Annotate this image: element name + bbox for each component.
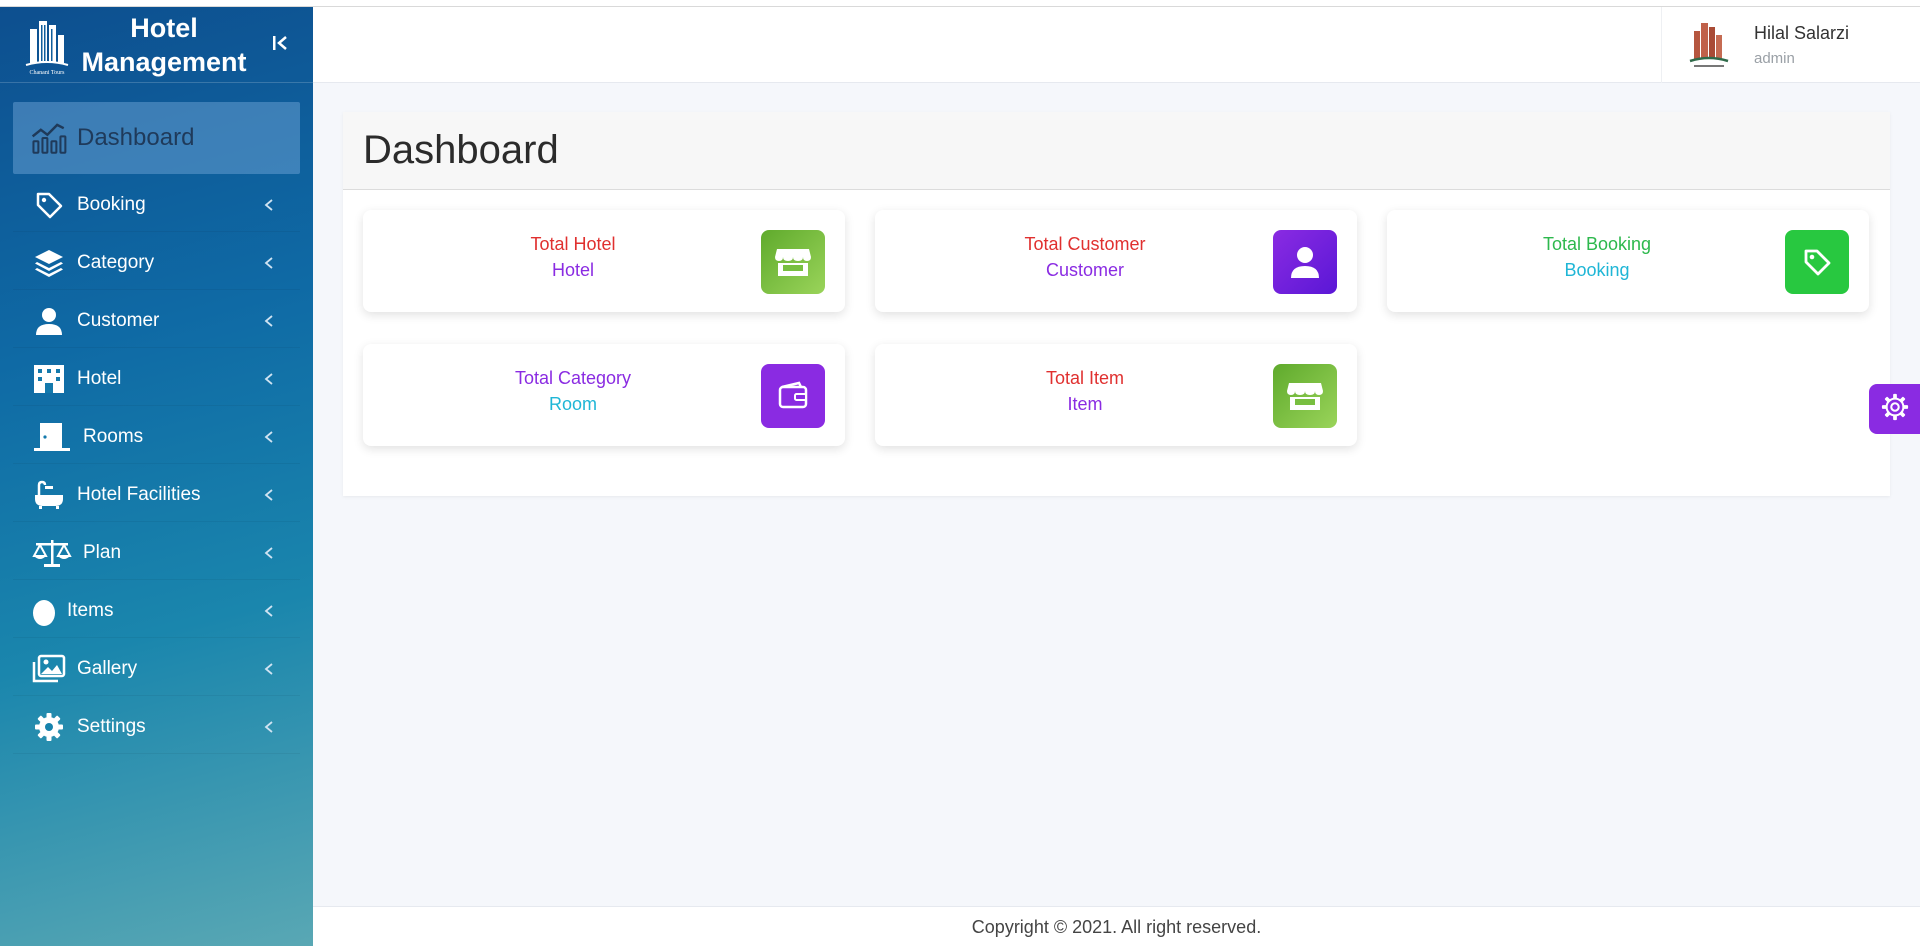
footer: Copyright © 2021. All right reserved. — [313, 906, 1920, 946]
card-subtitle: Hotel — [551, 260, 595, 280]
top-header: Hilal Salarzi admin — [313, 7, 1920, 83]
sidebar-item-label: Hotel — [77, 367, 122, 389]
sidebar-item-booking[interactable]: Booking — [13, 178, 300, 232]
sidebar-item-category[interactable]: Category — [13, 236, 300, 290]
tag-icon — [31, 188, 67, 222]
stat-card-total-item[interactable]: Total Item Item — [875, 344, 1357, 446]
door-icon — [31, 420, 73, 454]
wallet-icon — [761, 364, 825, 428]
sidebar-item-items[interactable]: Items — [13, 584, 300, 638]
sidebar-item-gallery[interactable]: Gallery — [13, 642, 300, 696]
store-icon — [1273, 364, 1337, 428]
stat-card-total-booking[interactable]: Total Booking Booking — [1387, 210, 1869, 312]
chevron-left-icon — [262, 255, 276, 271]
images-icon — [31, 652, 67, 686]
card-subtitle: Item — [1067, 394, 1103, 414]
chevron-left-icon — [262, 661, 276, 677]
chevron-left-icon — [262, 545, 276, 561]
panel-header: Dashboard — [343, 112, 1890, 190]
user-role: admin — [1754, 50, 1795, 67]
user-menu[interactable]: Hilal Salarzi admin — [1661, 7, 1920, 83]
sidebar-item-label: Plan — [83, 541, 122, 563]
chart-icon — [31, 121, 67, 155]
sidebar-item-label: Items — [67, 599, 114, 621]
sidebar-menu: Dashboard Booking Category Customer Hote… — [0, 102, 313, 754]
sidebar-item-label: Dashboard — [77, 124, 195, 151]
card-title: Total Customer — [1024, 234, 1146, 254]
sidebar-item-label: Rooms — [83, 425, 144, 447]
bathtub-icon — [31, 478, 67, 512]
sidebar-item-label: Category — [77, 251, 155, 273]
window-bottom-border — [0, 946, 1920, 951]
page-title: Dashboard — [363, 128, 559, 172]
sidebar-item-label: Booking — [77, 193, 146, 215]
sidebar-item-hotel-facilities[interactable]: Hotel Facilities — [13, 468, 300, 522]
chevron-left-icon — [262, 313, 276, 329]
card-title: Total Item — [1045, 368, 1125, 388]
card-subtitle: Booking — [1564, 260, 1630, 280]
sidebar-item-customer[interactable]: Customer — [13, 294, 300, 348]
brand: Chanani Tours Hotel Management — [0, 7, 313, 83]
sidebar-item-rooms[interactable]: Rooms — [13, 410, 300, 464]
balance-scale-icon — [31, 536, 73, 570]
user-name: Hilal Salarzi — [1754, 23, 1850, 43]
stat-card-total-hotel[interactable]: Total Hotel Hotel — [363, 210, 845, 312]
card-title: Total Hotel — [530, 234, 616, 254]
chevron-left-icon — [262, 429, 276, 445]
svg-text:Chanani Tours: Chanani Tours — [30, 70, 66, 76]
sidebar-collapse-icon[interactable] — [271, 31, 289, 55]
avatar — [1688, 19, 1730, 71]
egg-icon — [31, 594, 57, 628]
layers-icon — [31, 246, 67, 280]
card-subtitle: Room — [548, 394, 597, 414]
building-icon — [31, 362, 67, 396]
user-info: Hilal Salarzi admin — [1754, 23, 1849, 67]
window-top-border — [0, 0, 1920, 7]
sidebar-item-label: Gallery — [77, 657, 138, 679]
sidebar-item-settings[interactable]: Settings — [13, 700, 300, 754]
user-icon — [1273, 230, 1337, 294]
store-icon — [761, 230, 825, 294]
copyright-text: Copyright © 2021. All right reserved. — [971, 917, 1262, 937]
gear-icon — [1881, 393, 1909, 426]
chevron-left-icon — [262, 719, 276, 735]
chevron-left-icon — [262, 487, 276, 503]
stat-card-total-category[interactable]: Total Category Room — [363, 344, 845, 446]
chevron-left-icon — [262, 197, 276, 213]
chevron-left-icon — [262, 603, 276, 619]
sidebar-item-label: Hotel Facilities — [77, 483, 201, 505]
sidebar-item-plan[interactable]: Plan — [13, 526, 300, 580]
theme-settings-button[interactable] — [1869, 384, 1920, 434]
gear-icon — [31, 710, 67, 744]
card-title: Total Booking — [1542, 234, 1652, 254]
stat-card-total-customer[interactable]: Total Customer Customer — [875, 210, 1357, 312]
sidebar: Chanani Tours Hotel Management Dashboard… — [0, 7, 313, 951]
card-title: Total Category — [514, 368, 632, 388]
chevron-left-icon — [262, 371, 276, 387]
hotel-logo-icon: Chanani Tours — [20, 13, 74, 77]
sidebar-item-label: Customer — [77, 309, 160, 331]
sidebar-item-dashboard[interactable]: Dashboard — [13, 102, 300, 174]
user-icon — [31, 304, 67, 338]
tag-icon — [1785, 230, 1849, 294]
app-title: Hotel Management — [81, 12, 247, 77]
sidebar-item-label: Settings — [77, 715, 146, 737]
card-subtitle: Customer — [1045, 260, 1125, 280]
sidebar-item-hotel[interactable]: Hotel — [13, 352, 300, 406]
